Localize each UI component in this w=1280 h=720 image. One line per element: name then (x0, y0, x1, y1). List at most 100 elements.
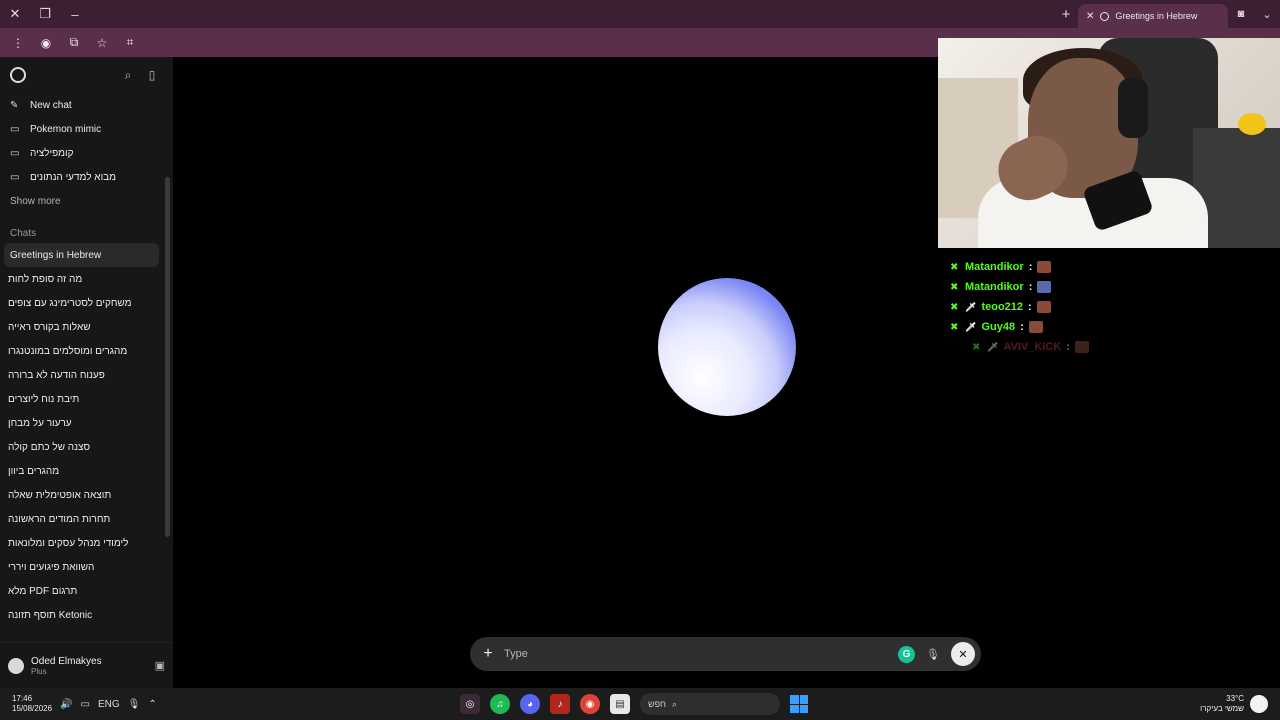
show-more-button[interactable]: Show more (0, 189, 173, 213)
minimize-window-icon[interactable]: – (60, 0, 90, 28)
emote-icon (1037, 281, 1052, 293)
chat-item[interactable]: לימודי מנהל עסקים ומלונאות (0, 531, 173, 555)
spotify-icon[interactable]: ♫ (490, 694, 510, 714)
chevron-up-icon[interactable]: ⌃ (148, 699, 156, 710)
mic-muted-icon[interactable]: 🎙 (923, 648, 943, 661)
chat-item[interactable]: מהגרים ביוון (0, 459, 173, 483)
emote-icon (1028, 321, 1043, 333)
badge-icon: ✖ (972, 341, 981, 353)
badge-icon: 🗡 (965, 301, 977, 312)
chat-item[interactable]: תחרות המודים הראשונה (0, 507, 173, 531)
mic-icon[interactable]: 🎙 (128, 699, 141, 710)
chat-item-active[interactable]: Greetings in Hebrew (4, 243, 159, 267)
project-item[interactable]: ▭ Pokemon mimic (0, 117, 173, 141)
chat-username: Matandikor (965, 281, 1024, 293)
windows-start-icon[interactable] (790, 695, 808, 713)
new-chat-button[interactable]: ✎ New chat (0, 93, 173, 117)
menu-dots-icon[interactable]: ⋮ (6, 31, 30, 55)
chat-message: ✖ 🗡 AVIV_KICK : (972, 337, 1250, 357)
chat-message: ✖ 🗡 Guy48 : (950, 317, 1250, 337)
search-icon[interactable]: ⌕ (117, 64, 139, 86)
screen: ✕ ❐ – + ✕ Greetings in Hebrew ◙ ⌄ ⋮ ◉ ⧉ … (0, 0, 1280, 720)
user-plan: Plus (31, 666, 47, 676)
sidebar-toggle-icon[interactable]: ▯ (141, 64, 163, 86)
stream-chat: ✖ Matandikor : ✖ Matandikor : ✖ 🗡 teoo21… (950, 257, 1250, 357)
new-chat-label: New chat (30, 99, 72, 111)
emote-icon (1037, 261, 1052, 273)
chat-message: ✖ 🗡 teoo212 : (950, 297, 1250, 317)
chat-item[interactable]: סצנה של כתם קולה (0, 435, 173, 459)
end-voice-button[interactable]: ✕ (951, 642, 975, 666)
chat-username: AVIV_KICK (1003, 341, 1062, 353)
badge-icon: 🗡 (987, 341, 999, 352)
tab-close-icon[interactable]: ✕ (1086, 11, 1094, 22)
avatar (8, 657, 24, 674)
search-label: חפש (648, 699, 666, 709)
bookmark-star-icon[interactable]: ☆ (90, 31, 114, 55)
translate-icon[interactable]: ⌗ (118, 31, 142, 55)
chat-item[interactable]: מה זה סופת לחות (0, 267, 173, 291)
close-window-icon[interactable]: ✕ (0, 0, 30, 28)
search-icon: ⌕ (671, 698, 678, 709)
user-menu[interactable]: Oded Elmakyes Plus ▣ (0, 642, 173, 688)
library-icon[interactable]: ▣ (155, 659, 165, 672)
chat-item[interactable]: תיבת נוח ליוצרים (0, 387, 173, 411)
chat-item[interactable]: תרגום PDF מלא (0, 579, 173, 603)
chat-item[interactable]: ערעור על מבחן (0, 411, 173, 435)
mic-app-icon[interactable]: ♪ (550, 694, 570, 714)
chat-item[interactable]: מהגרים ומוסלמים במונטנגרו (0, 339, 173, 363)
new-tab-button[interactable]: + (1054, 6, 1078, 23)
chat-item[interactable]: השוואת פיגועים ויררי (0, 555, 173, 579)
openai-logo-icon[interactable] (10, 67, 26, 83)
weather-temp: 33°C (1226, 694, 1244, 703)
clock[interactable]: 17:46 15/08/2026 (12, 694, 52, 714)
message-input[interactable]: Type (504, 648, 890, 660)
emote-icon (1074, 341, 1089, 353)
restore-window-icon[interactable]: ❐ (30, 0, 60, 28)
weather-sun-icon (1250, 695, 1268, 713)
taskbar-search[interactable]: ⌕ חפש (640, 693, 780, 715)
project-item[interactable]: ▭ קומפילציה (0, 141, 173, 165)
hand-cursor-icon: ☝ (716, 373, 725, 389)
volume-icon[interactable]: 🔊 (60, 699, 72, 710)
network-icon[interactable]: ▭ (81, 699, 90, 710)
sidebar-header: ⌕ ▯ (0, 57, 173, 93)
language-indicator[interactable]: ENG (98, 699, 120, 710)
extensions-icon[interactable]: ⧉ (62, 31, 86, 55)
badge-icon: ✖ (950, 301, 959, 313)
discord-icon[interactable]: ◕ (520, 694, 540, 714)
webcam-overlay (938, 38, 1280, 248)
chat-item[interactable]: שאלות בקורס ראייה (0, 315, 173, 339)
folder-icon: ▭ (10, 147, 20, 159)
chrome-icon[interactable]: ◉ (580, 694, 600, 714)
chat-username: Guy48 (981, 321, 1016, 333)
chat-item[interactable]: פענוח הודעה לא ברורה (0, 363, 173, 387)
sidebar-scrollbar[interactable] (165, 177, 170, 537)
weather-widget[interactable]: 33°C שמשי בעיקרו (1200, 694, 1244, 714)
tab-greetings[interactable]: ✕ Greetings in Hebrew (1078, 4, 1228, 28)
weather-desc: שמשי בעיקרו (1200, 704, 1244, 713)
file-explorer-icon[interactable]: ▤ (610, 694, 630, 714)
chrome-active-icon[interactable]: ◎ (460, 694, 480, 714)
badge-icon: ✖ (950, 321, 959, 333)
clock-date: 15/08/2026 (12, 704, 53, 713)
add-attachment-button[interactable]: + (480, 645, 496, 663)
grammarly-icon[interactable]: G (898, 645, 915, 663)
project-label: Pokemon mimic (30, 123, 102, 135)
chevron-down-icon[interactable]: ⌄ (1254, 8, 1280, 21)
profile-icon[interactable]: ◉ (34, 31, 58, 55)
edit-icon: ✎ (10, 99, 19, 111)
sidebar: ⌕ ▯ ✎ New chat ▭ Pokemon mimic ▭ קומפילצ… (0, 57, 173, 688)
project-item[interactable]: ▭ מבוא למדעי הנתונים (0, 165, 173, 189)
badge-icon: ✖ (950, 281, 959, 293)
chat-item[interactable]: משחקים לסטרימינג עם צופים (0, 291, 173, 315)
chat-item[interactable]: Ketonic תוסף תזונה (0, 603, 173, 627)
voice-composer: + Type G 🎙 ✕ (470, 637, 981, 671)
browser-tabbar: ✕ ❐ – + ✕ Greetings in Hebrew ◙ ⌄ (0, 0, 1280, 28)
voice-orb (658, 278, 796, 416)
tab-search-icon[interactable]: ◙ (1228, 8, 1254, 20)
folder-icon: ▭ (10, 171, 20, 183)
chats-heading: Chats (10, 228, 37, 239)
chat-item[interactable]: תוצאה אופטימלית שאלה (0, 483, 173, 507)
folder-icon: ▭ (10, 123, 20, 135)
